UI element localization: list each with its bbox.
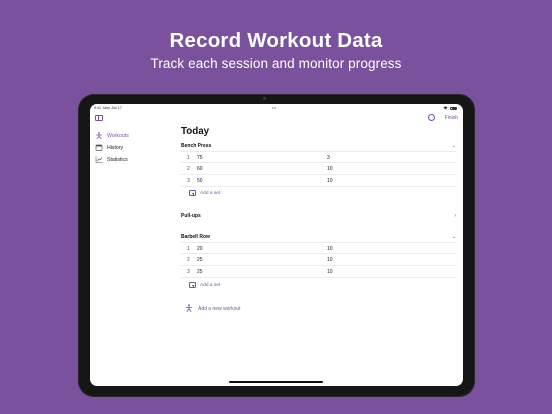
set-number: 3 (187, 178, 190, 184)
add-set-button[interactable]: Add a set (189, 282, 220, 288)
workout-header-bench-press[interactable]: Bench Press ⌄ (181, 143, 456, 149)
sidebar-item-label: Statistics (107, 156, 128, 163)
set-weight[interactable]: 25 (197, 257, 203, 263)
status-indicators (443, 106, 457, 110)
set-weight[interactable]: 50 (197, 178, 203, 184)
main-content: Today Bench Press ⌄ 1 75 3 2 60 10 3 50 … (181, 126, 457, 312)
wifi-icon (443, 106, 448, 110)
set-number: 1 (187, 155, 190, 161)
set-reps[interactable]: 10 (327, 257, 333, 263)
set-row[interactable]: 2 25 10 (181, 254, 456, 266)
set-row[interactable]: 1 75 3 (181, 151, 456, 163)
set-row[interactable]: 1 20 10 (181, 242, 456, 254)
workout-name: Barbell Row (181, 234, 210, 240)
set-reps[interactable]: 10 (327, 178, 333, 184)
set-weight[interactable]: 20 (197, 246, 203, 252)
multitasking-dots-icon[interactable]: ••• (272, 105, 276, 110)
status-bar: 9:41 Mon Jun 17 ••• (90, 104, 463, 111)
workout-header-barbell-row[interactable]: Barbell Row ⌄ (181, 234, 456, 240)
workout-header-pull-ups[interactable]: Pull-ups › (181, 213, 456, 219)
sidebar-item-label: History (107, 144, 124, 151)
workout-name: Pull-ups (181, 213, 201, 219)
page-title: Today (181, 126, 210, 137)
set-reps[interactable]: 3 (327, 155, 330, 161)
chevron-right-icon[interactable]: › (454, 213, 456, 219)
add-set-label: Add a set (200, 282, 221, 288)
app-screen: 9:41 Mon Jun 17 ••• Workouts History Sta… (90, 104, 463, 386)
add-set-label: Add a set (200, 190, 221, 196)
set-row[interactable]: 2 60 10 (181, 163, 456, 175)
sidebar-item-statistics[interactable]: Statistics (95, 156, 128, 163)
sidebar-item-workouts[interactable]: Workouts (95, 132, 129, 139)
add-set-icon (189, 190, 196, 196)
toolbar: … Finish (427, 114, 458, 121)
hero-title: Record Workout Data (169, 29, 383, 52)
status-time: 9:41 Mon Jun 17 (94, 106, 122, 110)
chart-icon (95, 156, 103, 163)
set-weight[interactable]: 60 (197, 166, 203, 172)
figure-icon (95, 132, 103, 139)
finish-button[interactable]: Finish (445, 115, 458, 121)
set-weight[interactable]: 75 (197, 155, 203, 161)
set-reps[interactable]: 10 (327, 269, 333, 275)
set-number: 2 (187, 257, 190, 263)
sidebar-item-label: Workouts (107, 132, 129, 139)
set-row[interactable]: 3 50 10 (181, 175, 456, 187)
sidebar-toggle-icon[interactable] (95, 115, 103, 121)
set-weight[interactable]: 25 (197, 269, 203, 275)
add-set-icon (189, 282, 196, 288)
add-workout-label: Add a new workout (198, 306, 241, 312)
set-row[interactable]: 3 25 10 (181, 266, 456, 278)
hero-subtitle: Track each session and monitor progress (150, 56, 402, 71)
figure-icon (185, 304, 193, 314)
home-indicator[interactable] (229, 381, 323, 383)
chevron-down-icon[interactable]: ⌄ (452, 143, 456, 149)
add-set-button[interactable]: Add a set (189, 190, 220, 196)
set-number: 2 (187, 166, 190, 172)
set-reps[interactable]: 10 (327, 246, 333, 252)
set-number: 1 (187, 246, 190, 252)
ellipsis-circle-icon[interactable]: … (427, 114, 435, 121)
add-workout-button[interactable]: Add a new workout (185, 304, 241, 314)
chevron-down-icon[interactable]: ⌄ (452, 234, 456, 240)
sidebar: Workouts History Statistics (90, 111, 176, 386)
calendar-icon (95, 144, 103, 151)
workout-name: Bench Press (181, 143, 212, 149)
set-number: 3 (187, 269, 190, 275)
front-camera (263, 97, 266, 100)
set-reps[interactable]: 10 (327, 166, 333, 172)
sidebar-item-history[interactable]: History (95, 144, 123, 151)
battery-icon (450, 106, 457, 110)
